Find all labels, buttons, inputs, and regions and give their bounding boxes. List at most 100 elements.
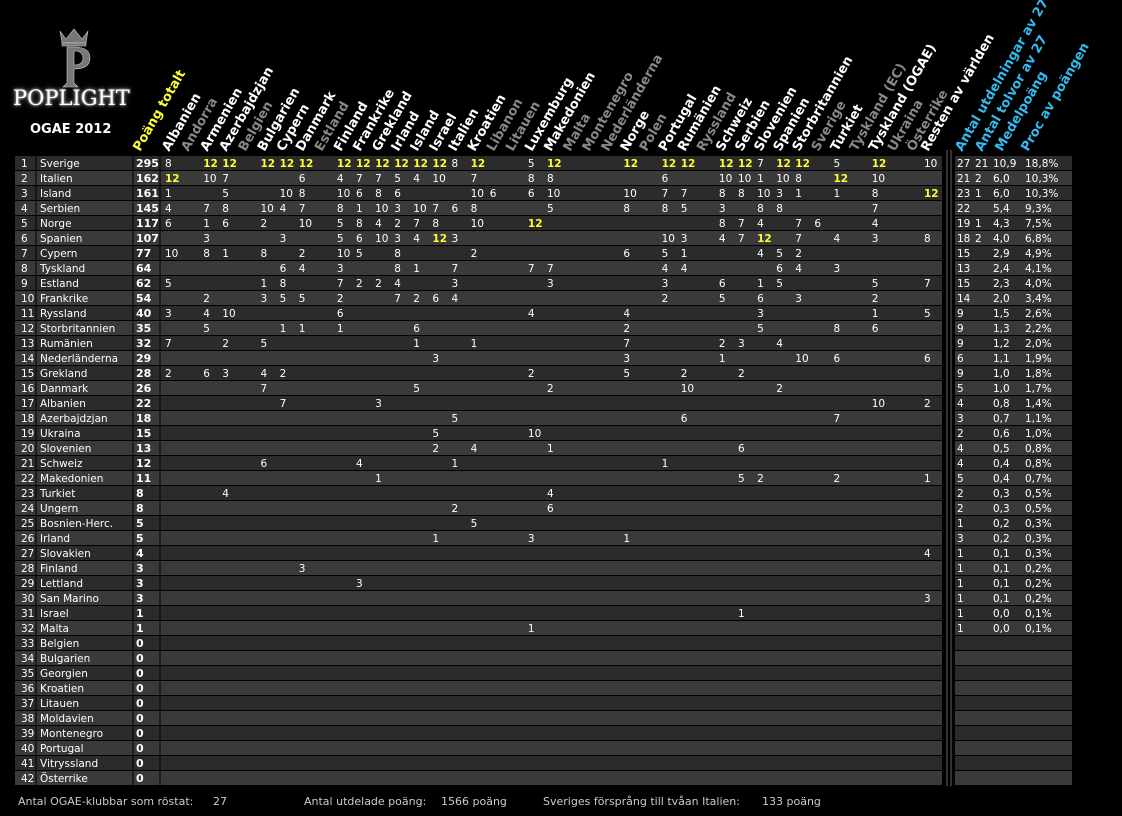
stat-cell: 0,0	[993, 608, 1010, 620]
vote-cell: 2	[623, 323, 630, 335]
vote-cell: 2	[299, 248, 306, 260]
stat-cell: 4	[957, 443, 964, 455]
country-cell: Vitryssland	[40, 758, 98, 770]
vote-cell: 7	[165, 338, 172, 350]
rest-stripe	[920, 576, 942, 590]
rest-cell: 10	[924, 158, 937, 170]
vote-cell: 12	[280, 158, 295, 170]
stat-cell: 0,3%	[1025, 533, 1052, 545]
country-cell: Island	[40, 188, 71, 200]
vote-cell: 7	[375, 173, 382, 185]
stat-stripe	[955, 726, 1072, 740]
stat-cell: 9,3%	[1025, 203, 1052, 215]
rank-cell: 13	[21, 338, 34, 350]
vote-cell: 7	[834, 413, 841, 425]
stat-cell: 6,0	[993, 173, 1010, 185]
country-cell: Litauen	[40, 698, 79, 710]
stat-cell: 0,3%	[1025, 548, 1052, 560]
vote-cell: 12	[547, 158, 562, 170]
vote-cell: 3	[394, 233, 401, 245]
vote-cell: 5	[356, 248, 363, 260]
vote-cell: 5	[681, 203, 688, 215]
stat-stripe	[955, 486, 1072, 500]
vote-cell: 7	[738, 233, 745, 245]
rank-cell: 41	[21, 758, 34, 770]
vote-cell: 1	[413, 338, 420, 350]
stat-stripe	[955, 201, 1072, 215]
vote-cell: 12	[738, 158, 753, 170]
vote-cell: 4	[413, 173, 420, 185]
stat-stripe	[955, 576, 1072, 590]
vote-cell: 1	[528, 623, 535, 635]
total-cell: 295	[136, 157, 159, 170]
vote-cell: 3	[356, 578, 363, 590]
vote-cell: 10	[165, 248, 178, 260]
vote-cell: 2	[375, 278, 382, 290]
vote-cell: 8	[203, 248, 210, 260]
rank-cell: 17	[21, 398, 34, 410]
vote-cell: 3	[337, 263, 344, 275]
vote-cell: 8	[165, 158, 172, 170]
vote-cell: 8	[299, 188, 306, 200]
country-cell: Schweiz	[40, 458, 83, 470]
vote-cell: 6	[719, 278, 726, 290]
stat-cell: 0,7	[993, 413, 1010, 425]
vote-cell: 3	[299, 563, 306, 575]
vote-cell: 2	[834, 473, 841, 485]
vote-cell: 6	[432, 293, 439, 305]
total-cell: 13	[136, 442, 151, 455]
vote-cell: 2	[452, 503, 459, 515]
vote-cell: 12	[681, 158, 696, 170]
vote-cell: 6	[356, 233, 363, 245]
row-stripe	[15, 546, 920, 560]
vote-cell: 8	[795, 173, 802, 185]
total-cell: 0	[136, 652, 144, 665]
rest-stripe	[920, 321, 942, 335]
stat-cell: 0,3%	[1025, 518, 1052, 530]
vote-cell: 12	[413, 158, 428, 170]
stat-cell: 0,1	[993, 548, 1010, 560]
stat-cell: 3	[957, 413, 964, 425]
vote-cell: 6	[814, 218, 821, 230]
vote-cell: 3	[795, 293, 802, 305]
vote-cell: 6	[413, 323, 420, 335]
vote-cell: 2	[432, 443, 439, 455]
vote-cell: 4	[261, 368, 268, 380]
total-cell: 8	[136, 487, 144, 500]
vote-cell: 1	[337, 323, 344, 335]
vote-cell: 6	[834, 353, 841, 365]
total-cell: 5	[136, 532, 144, 545]
vote-cell: 7	[280, 398, 287, 410]
stat-cell: 3	[957, 533, 964, 545]
total-cell: 64	[136, 262, 152, 275]
stat-cell: 9	[957, 323, 964, 335]
vote-cell: 2	[203, 293, 210, 305]
vote-cell: 1	[547, 443, 554, 455]
vote-cell: 4	[776, 338, 783, 350]
vote-cell: 10	[547, 188, 560, 200]
country-cell: Norge	[40, 218, 72, 230]
rank-cell: 33	[21, 638, 34, 650]
vote-cell: 1	[299, 323, 306, 335]
rank-cell: 32	[21, 623, 34, 635]
vote-cell: 8	[471, 203, 478, 215]
total-cell: 35	[136, 322, 151, 335]
stat-stripe	[955, 696, 1072, 710]
total-cell: 77	[136, 247, 151, 260]
stat-cell: 2,2%	[1025, 323, 1052, 335]
country-cell: Nederländerna	[40, 353, 118, 365]
vote-cell: 4	[394, 278, 401, 290]
vote-cell: 7	[681, 188, 688, 200]
rest-cell: 5	[924, 308, 931, 320]
country-cell: Makedonien	[40, 473, 103, 485]
vote-cell: 5	[776, 248, 783, 260]
stat-cell: 0,2%	[1025, 593, 1052, 605]
stat-cell: 1	[975, 188, 982, 200]
rest-stripe	[920, 441, 942, 455]
stat-stripe	[955, 741, 1072, 755]
rest-stripe	[920, 216, 942, 230]
total-cell: 3	[136, 562, 144, 575]
rank-cell: 22	[21, 473, 34, 485]
vote-cell: 3	[165, 308, 172, 320]
total-cell: 0	[136, 682, 144, 695]
